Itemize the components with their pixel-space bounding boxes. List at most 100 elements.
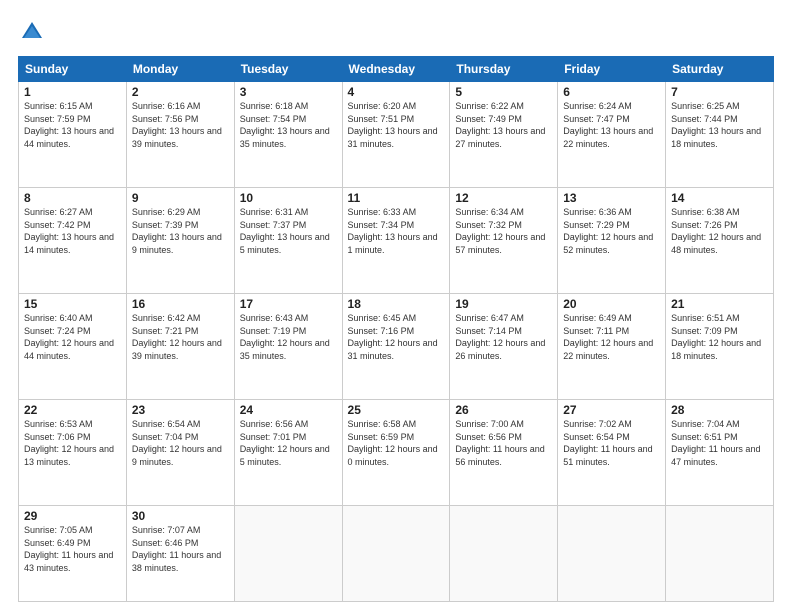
day-detail: Sunrise: 6:25 AMSunset: 7:44 PMDaylight:… bbox=[671, 100, 768, 150]
calendar-cell: 30Sunrise: 7:07 AMSunset: 6:46 PMDayligh… bbox=[126, 506, 234, 602]
calendar-body: 1Sunrise: 6:15 AMSunset: 7:59 PMDaylight… bbox=[19, 82, 774, 602]
day-detail: Sunrise: 6:47 AMSunset: 7:14 PMDaylight:… bbox=[455, 312, 552, 362]
calendar-cell bbox=[666, 506, 774, 602]
day-detail: Sunrise: 6:36 AMSunset: 7:29 PMDaylight:… bbox=[563, 206, 660, 256]
page: SundayMondayTuesdayWednesdayThursdayFrid… bbox=[0, 0, 792, 612]
calendar-cell bbox=[234, 506, 342, 602]
header-day: Wednesday bbox=[342, 57, 450, 82]
header-day: Friday bbox=[558, 57, 666, 82]
header bbox=[18, 18, 774, 46]
calendar-cell: 18Sunrise: 6:45 AMSunset: 7:16 PMDayligh… bbox=[342, 294, 450, 400]
calendar-cell: 4Sunrise: 6:20 AMSunset: 7:51 PMDaylight… bbox=[342, 82, 450, 188]
calendar-cell: 11Sunrise: 6:33 AMSunset: 7:34 PMDayligh… bbox=[342, 188, 450, 294]
day-detail: Sunrise: 6:27 AMSunset: 7:42 PMDaylight:… bbox=[24, 206, 121, 256]
calendar-cell: 26Sunrise: 7:00 AMSunset: 6:56 PMDayligh… bbox=[450, 400, 558, 506]
calendar-cell: 16Sunrise: 6:42 AMSunset: 7:21 PMDayligh… bbox=[126, 294, 234, 400]
day-detail: Sunrise: 7:00 AMSunset: 6:56 PMDaylight:… bbox=[455, 418, 552, 468]
header-day: Saturday bbox=[666, 57, 774, 82]
day-detail: Sunrise: 6:40 AMSunset: 7:24 PMDaylight:… bbox=[24, 312, 121, 362]
day-number: 5 bbox=[455, 85, 552, 99]
calendar-cell: 25Sunrise: 6:58 AMSunset: 6:59 PMDayligh… bbox=[342, 400, 450, 506]
day-number: 23 bbox=[132, 403, 229, 417]
day-detail: Sunrise: 6:24 AMSunset: 7:47 PMDaylight:… bbox=[563, 100, 660, 150]
day-number: 4 bbox=[348, 85, 445, 99]
day-detail: Sunrise: 6:33 AMSunset: 7:34 PMDaylight:… bbox=[348, 206, 445, 256]
calendar-cell: 8Sunrise: 6:27 AMSunset: 7:42 PMDaylight… bbox=[19, 188, 127, 294]
day-number: 25 bbox=[348, 403, 445, 417]
calendar-cell: 27Sunrise: 7:02 AMSunset: 6:54 PMDayligh… bbox=[558, 400, 666, 506]
day-number: 19 bbox=[455, 297, 552, 311]
day-detail: Sunrise: 6:31 AMSunset: 7:37 PMDaylight:… bbox=[240, 206, 337, 256]
day-number: 24 bbox=[240, 403, 337, 417]
calendar-row: 29Sunrise: 7:05 AMSunset: 6:49 PMDayligh… bbox=[19, 506, 774, 602]
day-number: 2 bbox=[132, 85, 229, 99]
day-number: 13 bbox=[563, 191, 660, 205]
day-number: 12 bbox=[455, 191, 552, 205]
calendar-cell: 14Sunrise: 6:38 AMSunset: 7:26 PMDayligh… bbox=[666, 188, 774, 294]
calendar-cell bbox=[450, 506, 558, 602]
calendar-cell: 12Sunrise: 6:34 AMSunset: 7:32 PMDayligh… bbox=[450, 188, 558, 294]
day-detail: Sunrise: 6:45 AMSunset: 7:16 PMDaylight:… bbox=[348, 312, 445, 362]
day-number: 8 bbox=[24, 191, 121, 205]
day-number: 11 bbox=[348, 191, 445, 205]
day-detail: Sunrise: 6:43 AMSunset: 7:19 PMDaylight:… bbox=[240, 312, 337, 362]
day-number: 26 bbox=[455, 403, 552, 417]
calendar-row: 22Sunrise: 6:53 AMSunset: 7:06 PMDayligh… bbox=[19, 400, 774, 506]
day-number: 22 bbox=[24, 403, 121, 417]
calendar-row: 1Sunrise: 6:15 AMSunset: 7:59 PMDaylight… bbox=[19, 82, 774, 188]
day-number: 29 bbox=[24, 509, 121, 523]
day-number: 6 bbox=[563, 85, 660, 99]
calendar-cell: 10Sunrise: 6:31 AMSunset: 7:37 PMDayligh… bbox=[234, 188, 342, 294]
calendar-table: SundayMondayTuesdayWednesdayThursdayFrid… bbox=[18, 56, 774, 602]
day-number: 16 bbox=[132, 297, 229, 311]
day-detail: Sunrise: 6:58 AMSunset: 6:59 PMDaylight:… bbox=[348, 418, 445, 468]
header-day: Sunday bbox=[19, 57, 127, 82]
calendar-cell: 3Sunrise: 6:18 AMSunset: 7:54 PMDaylight… bbox=[234, 82, 342, 188]
day-detail: Sunrise: 6:49 AMSunset: 7:11 PMDaylight:… bbox=[563, 312, 660, 362]
day-detail: Sunrise: 6:54 AMSunset: 7:04 PMDaylight:… bbox=[132, 418, 229, 468]
calendar-cell: 2Sunrise: 6:16 AMSunset: 7:56 PMDaylight… bbox=[126, 82, 234, 188]
day-detail: Sunrise: 6:16 AMSunset: 7:56 PMDaylight:… bbox=[132, 100, 229, 150]
day-number: 14 bbox=[671, 191, 768, 205]
calendar-cell: 19Sunrise: 6:47 AMSunset: 7:14 PMDayligh… bbox=[450, 294, 558, 400]
day-detail: Sunrise: 6:20 AMSunset: 7:51 PMDaylight:… bbox=[348, 100, 445, 150]
day-number: 27 bbox=[563, 403, 660, 417]
calendar-cell: 9Sunrise: 6:29 AMSunset: 7:39 PMDaylight… bbox=[126, 188, 234, 294]
day-detail: Sunrise: 6:51 AMSunset: 7:09 PMDaylight:… bbox=[671, 312, 768, 362]
calendar-cell: 5Sunrise: 6:22 AMSunset: 7:49 PMDaylight… bbox=[450, 82, 558, 188]
day-detail: Sunrise: 6:53 AMSunset: 7:06 PMDaylight:… bbox=[24, 418, 121, 468]
day-detail: Sunrise: 6:38 AMSunset: 7:26 PMDaylight:… bbox=[671, 206, 768, 256]
day-number: 20 bbox=[563, 297, 660, 311]
calendar-header: SundayMondayTuesdayWednesdayThursdayFrid… bbox=[19, 57, 774, 82]
day-number: 7 bbox=[671, 85, 768, 99]
day-number: 15 bbox=[24, 297, 121, 311]
calendar-cell: 15Sunrise: 6:40 AMSunset: 7:24 PMDayligh… bbox=[19, 294, 127, 400]
calendar-cell: 21Sunrise: 6:51 AMSunset: 7:09 PMDayligh… bbox=[666, 294, 774, 400]
header-day: Tuesday bbox=[234, 57, 342, 82]
calendar-cell: 20Sunrise: 6:49 AMSunset: 7:11 PMDayligh… bbox=[558, 294, 666, 400]
day-detail: Sunrise: 6:15 AMSunset: 7:59 PMDaylight:… bbox=[24, 100, 121, 150]
calendar-cell: 13Sunrise: 6:36 AMSunset: 7:29 PMDayligh… bbox=[558, 188, 666, 294]
day-number: 1 bbox=[24, 85, 121, 99]
header-day: Monday bbox=[126, 57, 234, 82]
calendar-cell: 17Sunrise: 6:43 AMSunset: 7:19 PMDayligh… bbox=[234, 294, 342, 400]
calendar-cell: 29Sunrise: 7:05 AMSunset: 6:49 PMDayligh… bbox=[19, 506, 127, 602]
day-number: 3 bbox=[240, 85, 337, 99]
day-detail: Sunrise: 6:56 AMSunset: 7:01 PMDaylight:… bbox=[240, 418, 337, 468]
logo-icon bbox=[18, 18, 46, 46]
calendar-cell bbox=[558, 506, 666, 602]
day-detail: Sunrise: 6:34 AMSunset: 7:32 PMDaylight:… bbox=[455, 206, 552, 256]
day-number: 28 bbox=[671, 403, 768, 417]
day-detail: Sunrise: 6:42 AMSunset: 7:21 PMDaylight:… bbox=[132, 312, 229, 362]
day-number: 17 bbox=[240, 297, 337, 311]
day-number: 30 bbox=[132, 509, 229, 523]
calendar-row: 15Sunrise: 6:40 AMSunset: 7:24 PMDayligh… bbox=[19, 294, 774, 400]
calendar-row: 8Sunrise: 6:27 AMSunset: 7:42 PMDaylight… bbox=[19, 188, 774, 294]
calendar-cell: 22Sunrise: 6:53 AMSunset: 7:06 PMDayligh… bbox=[19, 400, 127, 506]
calendar-cell: 7Sunrise: 6:25 AMSunset: 7:44 PMDaylight… bbox=[666, 82, 774, 188]
day-detail: Sunrise: 6:18 AMSunset: 7:54 PMDaylight:… bbox=[240, 100, 337, 150]
day-number: 10 bbox=[240, 191, 337, 205]
day-number: 21 bbox=[671, 297, 768, 311]
calendar-cell: 6Sunrise: 6:24 AMSunset: 7:47 PMDaylight… bbox=[558, 82, 666, 188]
day-detail: Sunrise: 7:05 AMSunset: 6:49 PMDaylight:… bbox=[24, 524, 121, 574]
